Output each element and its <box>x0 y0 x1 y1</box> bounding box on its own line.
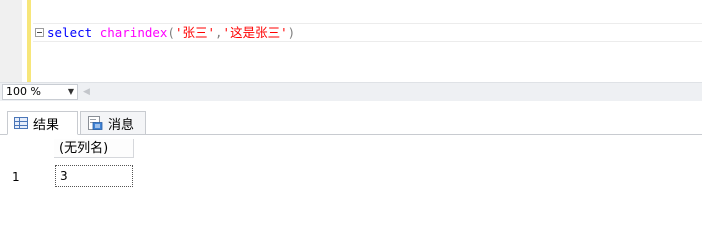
sql-function: charindex <box>99 25 168 40</box>
string-arg-2: '这是张三' <box>222 25 288 40</box>
sql-keyword: select <box>47 25 93 40</box>
zoom-scroll-bar: 100 % ▼ ◀ <box>0 82 702 101</box>
grid-icon <box>14 117 28 129</box>
result-cell[interactable]: 3 <box>55 165 133 187</box>
zoom-value: 100 % <box>6 85 41 98</box>
messages-icon <box>88 116 103 130</box>
results-grid[interactable]: (无列名) 1 3 <box>0 135 702 205</box>
open-paren: ( <box>167 25 175 40</box>
change-indicator-bar <box>27 0 31 82</box>
dropdown-arrow-icon[interactable]: ▼ <box>68 85 74 99</box>
query-editor[interactable]: select charindex('张三','这是张三') <box>0 0 702 82</box>
tab-messages[interactable]: 消息 <box>80 111 146 135</box>
close-paren: ) <box>287 25 296 40</box>
zoom-dropdown[interactable]: 100 % ▼ <box>2 84 78 100</box>
code-text: select charindex('张三','这是张三') <box>47 24 295 41</box>
tab-results[interactable]: 结果 <box>7 111 78 135</box>
row-number[interactable]: 1 <box>12 170 20 184</box>
string-arg-1: '张三' <box>174 25 216 40</box>
tab-messages-label: 消息 <box>108 117 135 133</box>
scroll-left-icon[interactable]: ◀ <box>83 84 90 100</box>
column-header[interactable]: (无列名) <box>54 139 134 158</box>
comma: , <box>215 25 223 40</box>
code-line-1[interactable]: select charindex('张三','这是张三') <box>33 23 702 42</box>
results-tab-strip: 结果 消息 <box>0 101 702 135</box>
tab-results-label: 结果 <box>33 117 60 133</box>
collapse-icon[interactable] <box>35 28 44 37</box>
editor-gutter <box>0 0 22 82</box>
